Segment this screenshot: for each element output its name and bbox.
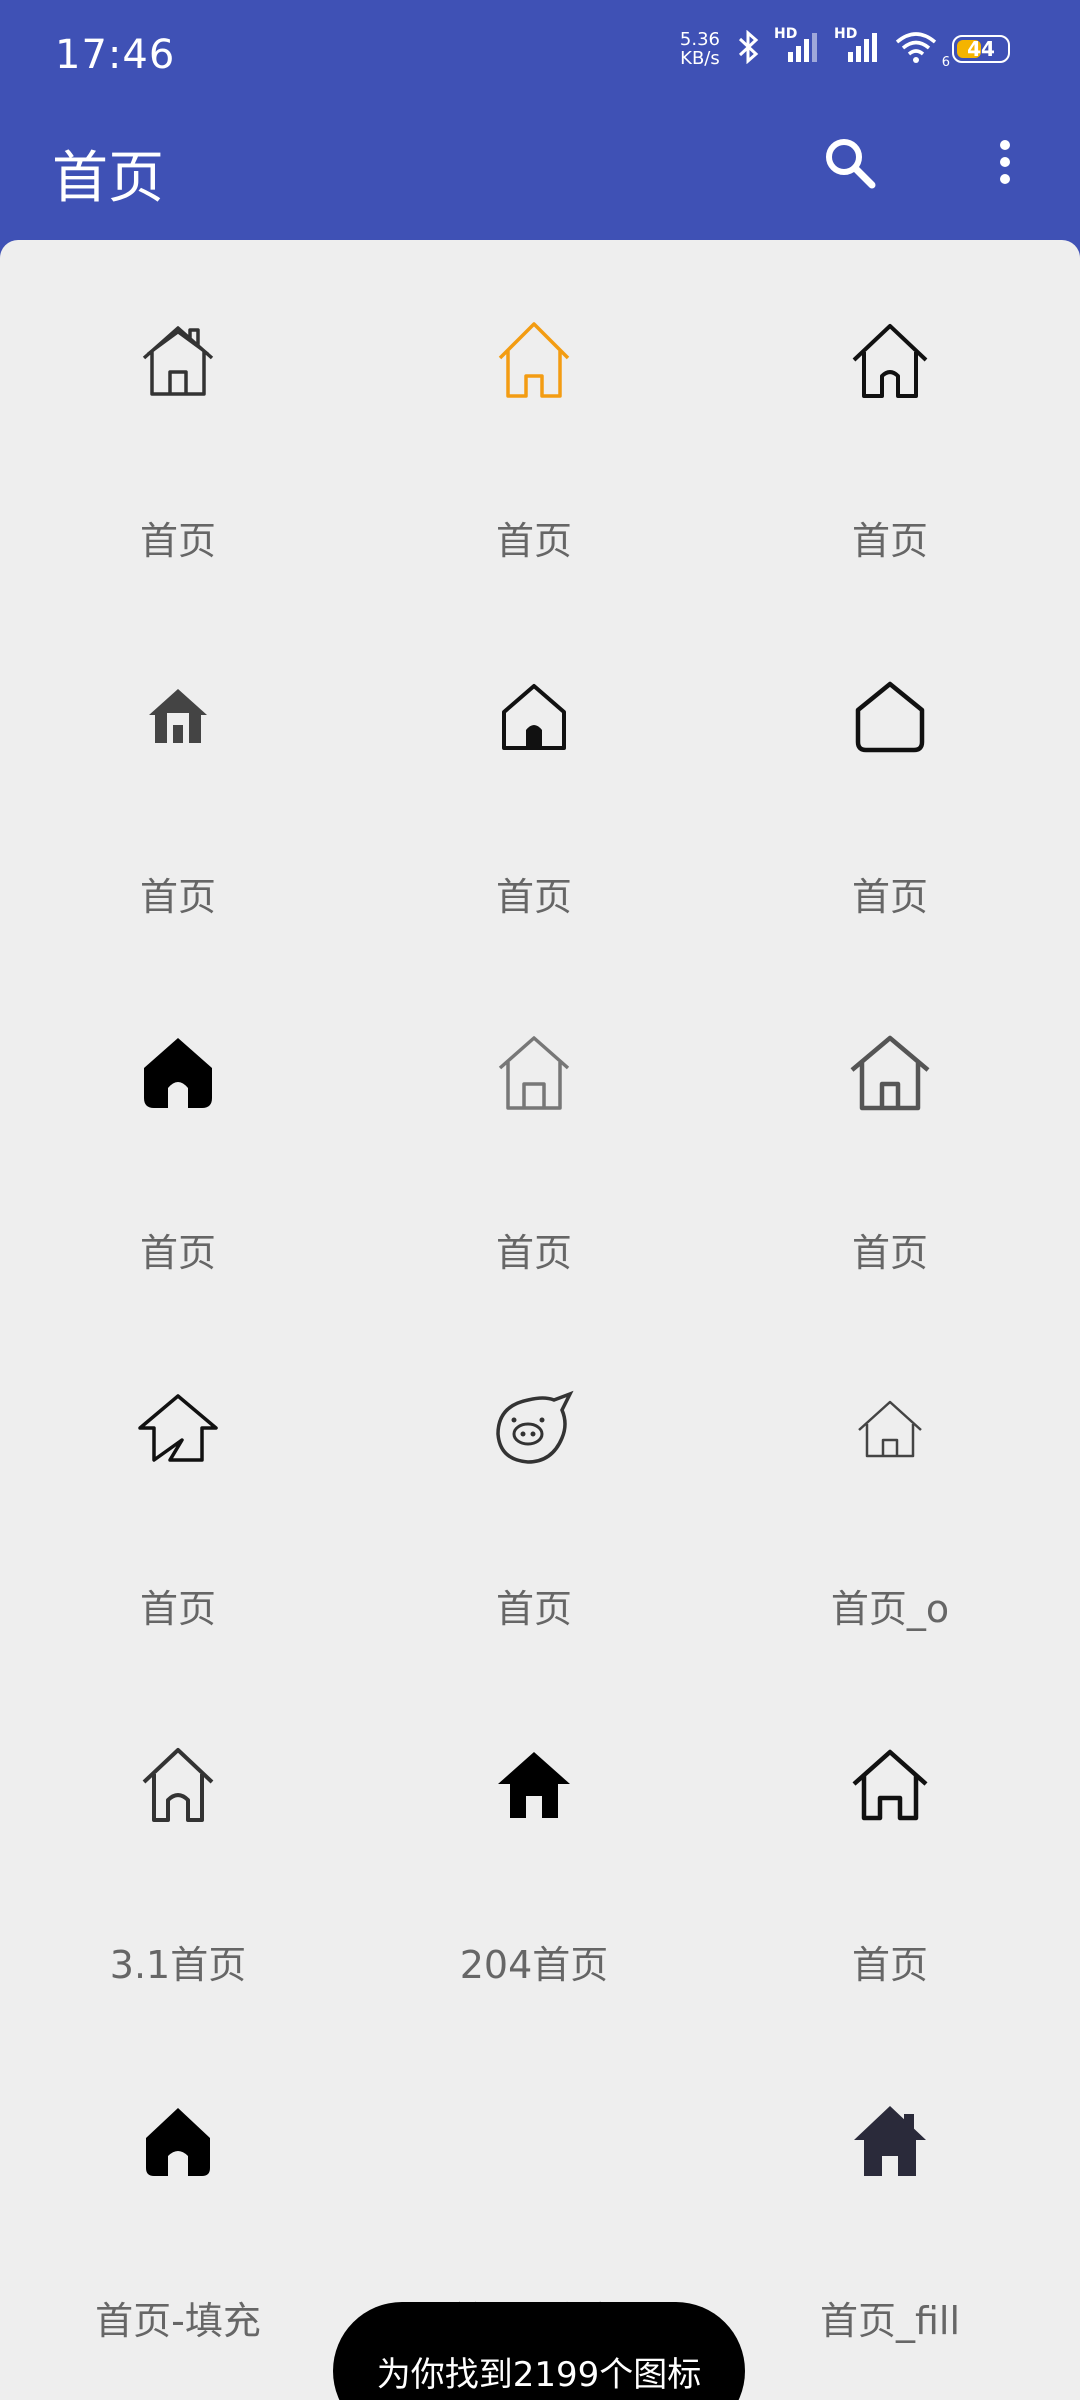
icon-item[interactable]: 首页 [356, 596, 712, 952]
house-gray-outline-icon [489, 1027, 579, 1117]
icon-label: 首页_o [830, 1587, 950, 1631]
house-filled-icon [133, 1027, 223, 1117]
icon-label: 首页 [139, 875, 216, 919]
network-speed-value: 5.36 [679, 29, 720, 50]
signal-icon-1: HD [774, 26, 820, 68]
icon-label: 首页 [851, 1231, 928, 1275]
house-outline-icon [133, 315, 223, 405]
icon-item[interactable]: 首页 [0, 952, 356, 1308]
search-button[interactable] [820, 133, 880, 193]
icon-label: 204首页 [459, 1943, 609, 1987]
icon-label: 首页 [139, 1231, 216, 1275]
icon-item[interactable]: 首页 [712, 1664, 1068, 2020]
icon-item[interactable]: 204首页 [356, 1664, 712, 2020]
network-speed: 5.36 KB/s [680, 30, 720, 68]
icon-label: 首页_fill [819, 2299, 961, 2343]
battery-icon: 44 [952, 35, 1010, 63]
pentagon-house-icon [845, 671, 935, 761]
icon-item[interactable]: 首页 [356, 240, 712, 596]
icon-item[interactable]: 首页 [0, 596, 356, 952]
house-arrow-icon [133, 1383, 223, 1473]
icon-label: 3.1首页 [109, 1943, 247, 1987]
icon-label: 首页 [495, 519, 572, 563]
signal-icon-2: HD [834, 26, 880, 68]
icon-item[interactable]: 首页 [356, 952, 712, 1308]
house-orange-outline-icon [489, 315, 579, 405]
icon-item[interactable]: 首页-填充 [0, 2020, 356, 2376]
icon-label: 首页 [851, 875, 928, 919]
app-bar: 首页 [0, 115, 1080, 240]
house-outline-icon [133, 1739, 223, 1829]
house-filled-icon [489, 1739, 579, 1829]
house-small-filled-icon [133, 671, 223, 761]
icon-item[interactable]: 首页 [712, 240, 1068, 596]
house-outline-icon [845, 1739, 935, 1829]
icon-label: 首页 [495, 1587, 572, 1631]
house-filled-icon [489, 2095, 579, 2185]
icon-label: 首页 [495, 1231, 572, 1275]
icon-label: 首页 [851, 1943, 928, 1987]
icon-item[interactable]: 首页 [0, 1308, 356, 1664]
icon-label: 首页 [851, 519, 928, 563]
page-title: 首页 [52, 146, 164, 211]
icon-label: 首页 [495, 875, 572, 919]
status-time: 17:46 [55, 32, 176, 78]
hd-label-1: HD [774, 26, 798, 42]
icon-item[interactable]: 3.1首页 [0, 1664, 356, 2020]
icon-item[interactable]: 首页_fill [712, 2020, 1068, 2376]
icon-item[interactable]: 首页 [712, 596, 1068, 952]
icon-label: 首页-填充 [95, 2299, 261, 2343]
house-chimney-filled-icon [845, 2095, 935, 2185]
icon-item[interactable]: 首页_o [712, 1308, 1068, 1664]
status-icons: 5.36 KB/s HD HD 6 44 [680, 26, 1010, 70]
icon-grid-container: 首页 首页 首页 首页 首页 首页 首页 首页 首页 首页 首页 首页_o 3.… [0, 240, 1080, 2400]
icon-item[interactable]: 首页 [356, 1308, 712, 1664]
network-speed-unit: KB/s [680, 48, 720, 69]
icon-label: 首页 [139, 519, 216, 563]
icon-label: 首页 [139, 1587, 216, 1631]
status-bar: 17:46 5.36 KB/s HD HD 6 44 [0, 0, 1080, 115]
house-thin-icon [845, 1383, 935, 1473]
wifi-sub-label: 6 [941, 55, 950, 70]
more-options-button[interactable] [985, 133, 1025, 193]
icon-item[interactable]: 首页 [712, 952, 1068, 1308]
pig-icon [489, 1383, 579, 1473]
house-filled-icon [133, 2095, 223, 2185]
wifi-icon: 6 [894, 30, 950, 70]
icon-grid: 首页 首页 首页 首页 首页 首页 首页 首页 首页 首页 首页 首页_o 3.… [0, 240, 1080, 2376]
icon-item[interactable]: 首页 [0, 240, 356, 596]
more-vert-icon [1000, 140, 1010, 184]
house-door-icon [489, 671, 579, 761]
battery-level: 44 [967, 37, 995, 61]
house-outline-icon [845, 1027, 935, 1117]
house-outline-icon [845, 315, 935, 405]
search-icon [826, 139, 876, 189]
hd-label-2: HD [834, 26, 858, 42]
result-count-toast: 为你找到2199个图标 [333, 2302, 745, 2400]
bluetooth-icon [738, 29, 760, 68]
